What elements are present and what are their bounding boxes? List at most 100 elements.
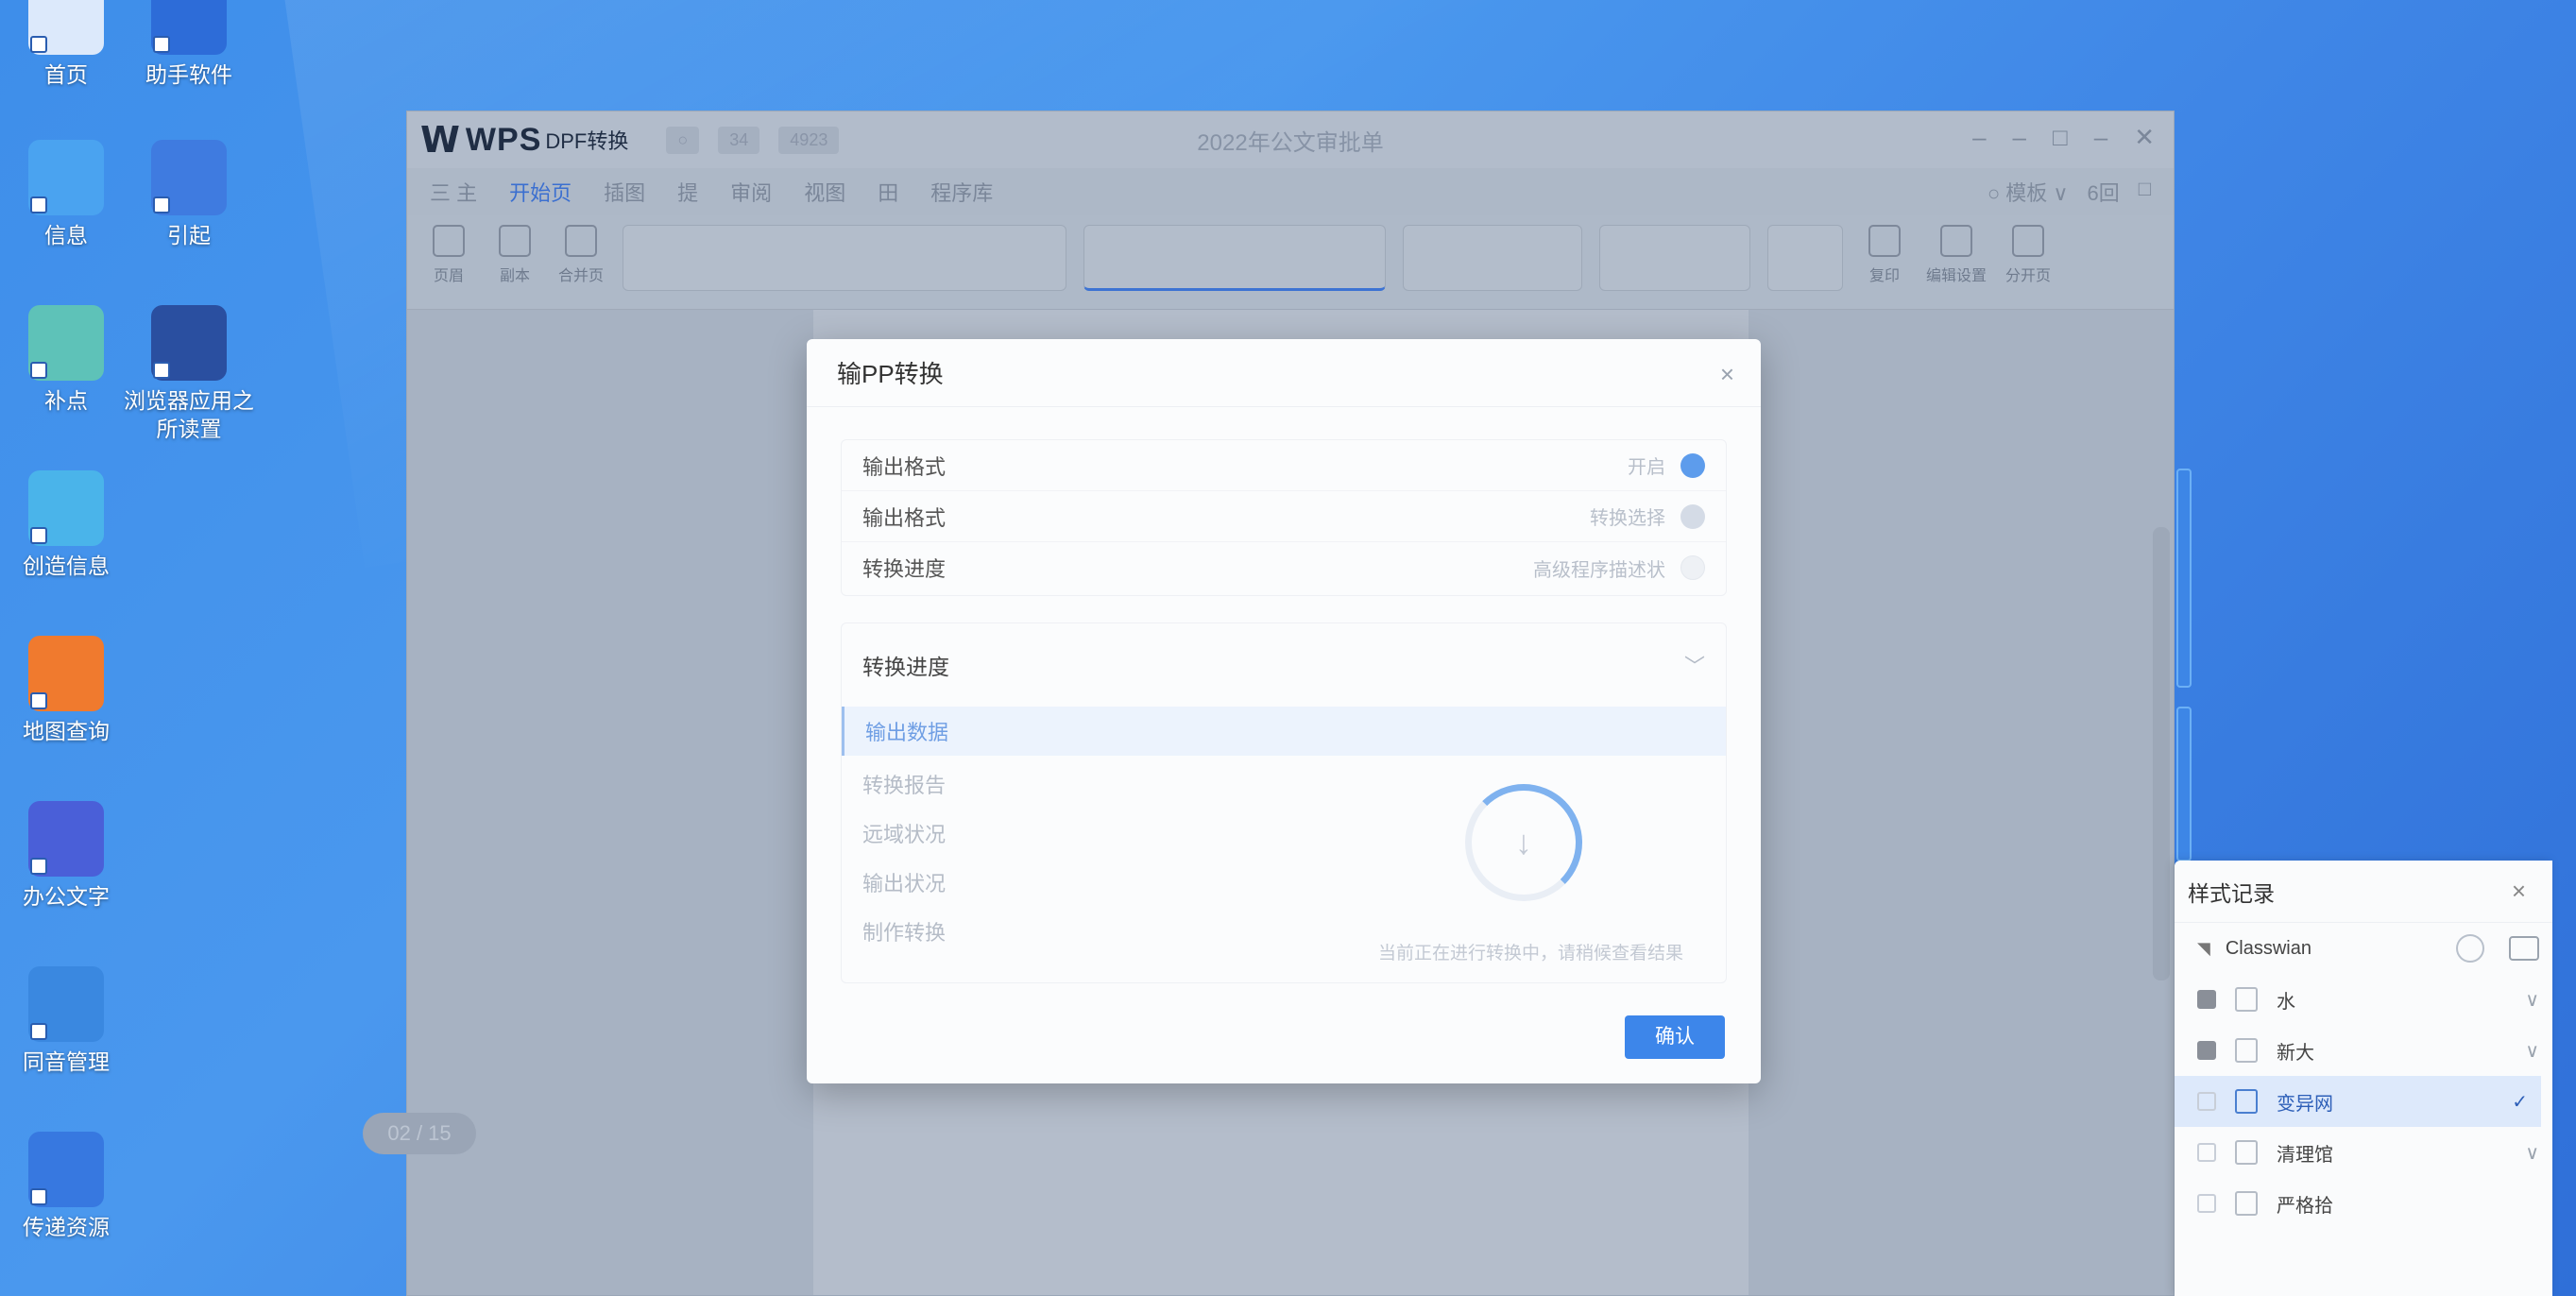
- progress-item[interactable]: 输出状况: [842, 858, 1726, 907]
- layout-icon[interactable]: [2509, 936, 2539, 961]
- progress-header[interactable]: 转换进度 ﹀: [842, 623, 1726, 707]
- option-value: 开启: [1628, 457, 1665, 478]
- side-accent-bottom: [2176, 707, 2192, 861]
- option-value: 高级程序描述状: [1533, 559, 1665, 581]
- desktop-icon[interactable]: 助手软件: [123, 0, 255, 89]
- shortcut-arrow-icon: [30, 196, 47, 213]
- desktop-icon[interactable]: 补点: [0, 305, 132, 415]
- doc-icon: [2235, 1038, 2258, 1063]
- checkbox[interactable]: [2197, 1041, 2216, 1060]
- style-row[interactable]: 水 ∨: [2175, 974, 2552, 1025]
- checkbox[interactable]: [2197, 1194, 2216, 1213]
- ribbon-copy-button[interactable]: 副本: [490, 225, 539, 285]
- checkbox[interactable]: [2197, 990, 2216, 1009]
- check-icon[interactable]: ✓: [2512, 1090, 2528, 1114]
- ribbon-header-button[interactable]: 页眉: [424, 225, 473, 285]
- style-row[interactable]: 新大 ∨: [2175, 1025, 2552, 1076]
- maximize-icon[interactable]: □: [2053, 123, 2068, 152]
- chevron-down-icon[interactable]: ﹀: [1684, 650, 1705, 680]
- checkbox[interactable]: [2197, 1092, 2216, 1111]
- shortcut-arrow-icon: [153, 36, 170, 53]
- refresh-icon[interactable]: [2456, 934, 2484, 963]
- menu-item-view[interactable]: 视图: [804, 177, 845, 207]
- ribbon-label: 分开页: [2005, 268, 2052, 284]
- desktop-icon[interactable]: 办公文字: [0, 801, 132, 911]
- ribbon-edit-settings-button[interactable]: 编辑设置: [1926, 225, 1987, 285]
- page-indicator: 02 / 15: [363, 1113, 476, 1154]
- checkbox[interactable]: [2197, 1143, 2216, 1162]
- chevron-down-icon[interactable]: ∨: [2525, 988, 2539, 1012]
- desktop-icon[interactable]: 创造信息: [0, 470, 132, 580]
- style-row[interactable]: 清理馆 ∨: [2175, 1127, 2552, 1178]
- window-controls: – – □ – ✕: [1972, 123, 2155, 152]
- gear-icon: [1940, 225, 1972, 257]
- menu-right-3[interactable]: □: [2139, 177, 2151, 207]
- option-row[interactable]: 输出格式 转换选择: [842, 491, 1726, 542]
- radio-toggle[interactable]: [1680, 555, 1705, 580]
- document-title: 2022年公文审批单: [1197, 129, 1384, 156]
- vertical-scrollbar[interactable]: [2153, 527, 2170, 981]
- progress-item[interactable]: 输出数据: [842, 707, 1726, 756]
- menu-right-2[interactable]: 6回: [2087, 177, 2119, 207]
- shortcut-arrow-icon: [30, 362, 47, 379]
- restore-icon[interactable]: –: [2013, 123, 2026, 152]
- desktop-icon[interactable]: 信息: [0, 140, 132, 249]
- number-group[interactable]: [1403, 225, 1582, 291]
- dialog-close-icon[interactable]: ×: [1720, 360, 1734, 389]
- pc-icon: [28, 0, 104, 55]
- cube-icon: [28, 470, 104, 546]
- option-row[interactable]: 输出格式 开启: [842, 440, 1726, 491]
- compass-icon: [28, 801, 104, 877]
- title-mini-controls: ○ 34 4923: [666, 126, 840, 154]
- menu-item-grid[interactable]: 田: [878, 177, 898, 207]
- desktop-icon[interactable]: 引起: [123, 140, 255, 249]
- doc-icon: [2235, 1089, 2258, 1114]
- desktop-icon[interactable]: 首页: [0, 0, 132, 89]
- menu-item-insert[interactable]: 插图: [604, 177, 645, 207]
- panel-header-row[interactable]: ◥ Classwian: [2175, 923, 2552, 974]
- desktop-icon[interactable]: 传递资源: [0, 1132, 132, 1241]
- minimize-icon[interactable]: –: [1972, 123, 1986, 152]
- option-row[interactable]: 转换进度 高级程序描述状: [842, 542, 1726, 593]
- confirm-button[interactable]: 确认: [1625, 1015, 1725, 1059]
- desktop-icon-label: 引起: [167, 223, 211, 247]
- chevron-down-icon[interactable]: ∨: [2525, 1039, 2539, 1063]
- progress-title: 转换进度: [862, 655, 949, 679]
- menu-item-file[interactable]: 三 主: [430, 177, 477, 207]
- ribbon-toolbar: 页眉 副本 合并页 复印 编辑设置 分开页: [407, 215, 2174, 310]
- panel-close-icon[interactable]: ×: [2512, 877, 2526, 906]
- shortcut-arrow-icon: [153, 196, 170, 213]
- merge-icon: [565, 225, 597, 257]
- style-label: 清理馆: [2277, 1144, 2333, 1166]
- desktop-icon[interactable]: 同音管理: [0, 966, 132, 1076]
- style-group[interactable]: [1599, 225, 1750, 291]
- title-mini-2[interactable]: 34: [718, 126, 760, 154]
- ribbon-merge-button[interactable]: 合并页: [556, 225, 606, 285]
- menu-item-ti[interactable]: 提: [677, 177, 698, 207]
- menu-item-library[interactable]: 程序库: [930, 177, 993, 207]
- style-record-panel: 样式记录 × ◥ Classwian 水 ∨ 新大 ∨ 变异网 ✓ 清理馆 ∨ …: [2175, 861, 2552, 1296]
- font-group[interactable]: [623, 225, 1066, 291]
- title-mini-3[interactable]: 4923: [778, 126, 840, 154]
- ribbon-print-button[interactable]: 复印: [1860, 225, 1909, 285]
- ribbon-split-button[interactable]: 分开页: [2004, 225, 2053, 285]
- desktop-icon[interactable]: 地图查询: [0, 636, 132, 745]
- menu-item-review[interactable]: 审阅: [730, 177, 772, 207]
- chevron-down-icon[interactable]: ∨: [2525, 1141, 2539, 1165]
- close-icon[interactable]: ✕: [2134, 123, 2155, 152]
- style-row-selected[interactable]: 变异网 ✓: [2175, 1076, 2541, 1127]
- radio-toggle[interactable]: [1680, 503, 1705, 529]
- align-group[interactable]: [1767, 225, 1843, 291]
- wps-logo: W WPS DPF转换: [420, 119, 628, 161]
- menu-item-home[interactable]: 开始页: [509, 177, 571, 207]
- paragraph-group[interactable]: [1083, 225, 1386, 291]
- title-mini-1[interactable]: ○: [666, 126, 700, 154]
- desktop-icon-label: 办公文字: [23, 884, 110, 909]
- style-row[interactable]: 严格拾: [2175, 1178, 2552, 1229]
- progress-item[interactable]: 转换报告: [842, 759, 1726, 809]
- dropdown-icon[interactable]: –: [2094, 123, 2107, 152]
- radio-toggle[interactable]: [1680, 452, 1705, 478]
- desktop-icon[interactable]: 浏览器应用之所读置: [123, 305, 255, 443]
- progress-item[interactable]: 远域状况: [842, 809, 1726, 858]
- template-dropdown[interactable]: ○ 模板 ∨: [1987, 177, 2069, 207]
